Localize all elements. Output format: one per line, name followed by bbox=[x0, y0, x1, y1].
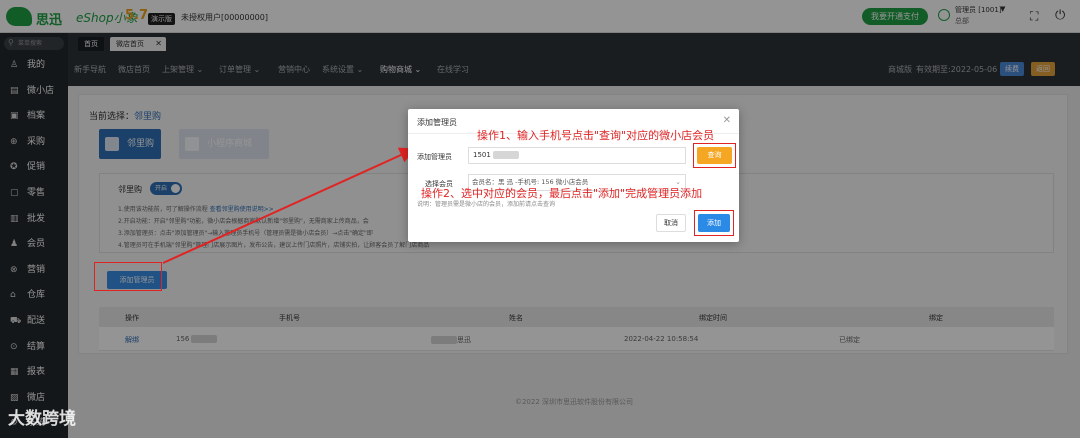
blurred-text bbox=[492, 151, 519, 159]
highlight-box bbox=[694, 210, 734, 236]
cancel-button[interactable]: 取消 bbox=[656, 214, 686, 232]
dialog-title: 添加管理员 bbox=[417, 118, 457, 127]
instruction-step2: 操作2、选中对应的会员，最后点击"添加"完成管理员添加 bbox=[421, 187, 703, 200]
highlight-box bbox=[693, 143, 736, 168]
highlight-box bbox=[94, 262, 162, 291]
close-icon[interactable]: ✕ bbox=[723, 115, 731, 126]
watermark: 大数跨境 bbox=[8, 409, 76, 429]
phone-label: 添加管理员 bbox=[417, 153, 452, 161]
phone-input[interactable]: 1501 bbox=[468, 147, 686, 164]
instruction-step1: 操作1、输入手机号点击"查询"对应的微小店会员 bbox=[477, 129, 715, 142]
phone-input-value: 1501 bbox=[473, 151, 491, 159]
